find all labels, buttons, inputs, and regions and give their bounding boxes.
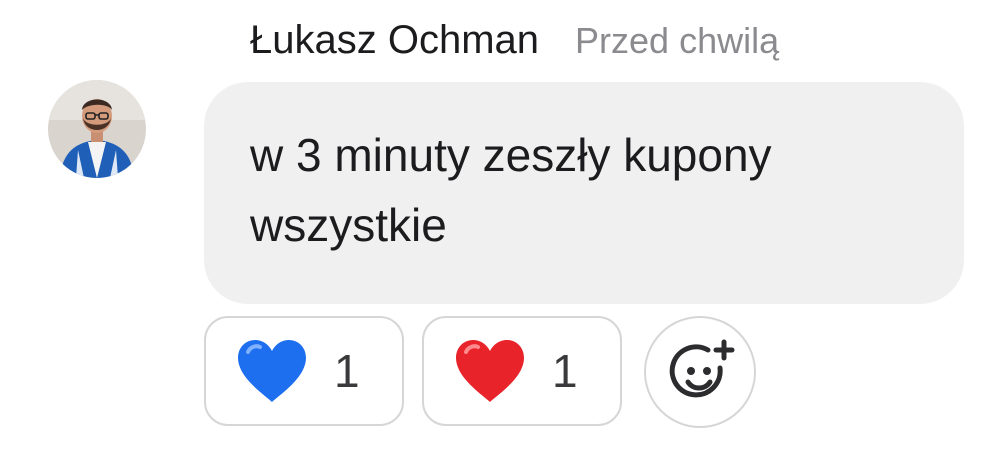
reaction-count: 1 — [334, 345, 360, 397]
comment-text: w 3 minuty zeszły kupony wszystkie — [250, 120, 950, 260]
comment-text-line: w 3 minuty zeszły kupony — [250, 129, 772, 181]
avatar-photo-icon — [48, 80, 146, 178]
blue-heart-icon — [238, 340, 306, 402]
add-reaction-button[interactable] — [644, 316, 756, 428]
avatar[interactable] — [48, 80, 146, 178]
author-name[interactable]: Łukasz Ochman — [250, 18, 539, 63]
red-heart-icon — [456, 340, 524, 402]
add-emoji-icon — [669, 339, 735, 398]
reaction-blue-heart[interactable]: 1 — [204, 316, 404, 426]
comment-text-line: wszystkie — [250, 199, 447, 251]
reaction-count: 1 — [552, 345, 578, 397]
comment-bubble[interactable]: w 3 minuty zeszły kupony wszystkie — [204, 82, 964, 304]
timestamp: Przed chwilą — [575, 20, 780, 61]
comment-header: Łukasz Ochman Przed chwilą — [250, 18, 779, 63]
reaction-red-heart[interactable]: 1 — [422, 316, 622, 426]
